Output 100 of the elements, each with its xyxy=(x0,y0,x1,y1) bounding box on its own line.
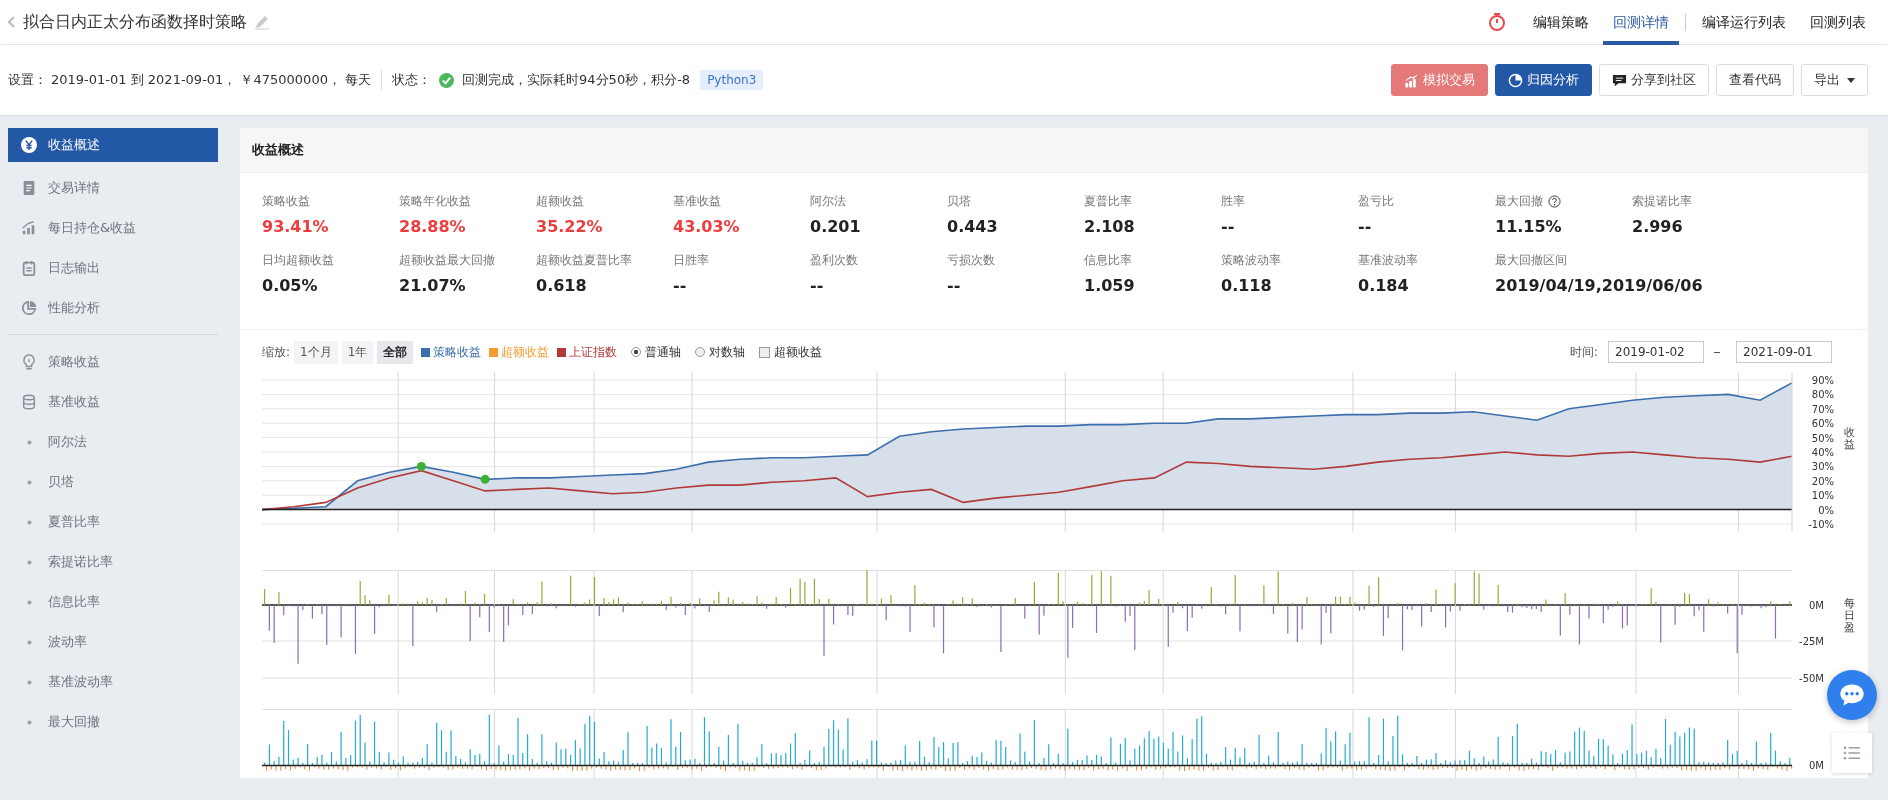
sidebar-item[interactable]: 索提诺比率 xyxy=(8,542,218,582)
axis-tick-label: 80% xyxy=(1811,389,1834,401)
checkbox-indicator[interactable] xyxy=(759,346,771,358)
drawdown-marker xyxy=(480,474,490,484)
legend-item[interactable]: 上证指数 xyxy=(557,343,618,361)
axis-tick-label: 50% xyxy=(1811,432,1834,444)
strategy-title: 拟合日内正太分布函数择时策略 xyxy=(23,11,247,33)
stopwatch-icon[interactable] xyxy=(1487,12,1507,32)
axis-tick-label: 0M xyxy=(1809,600,1824,611)
axis-tick-label: 0% xyxy=(1818,504,1834,516)
sidebar-item[interactable]: 最大回撤 xyxy=(8,702,218,742)
sidebar-item[interactable]: 信息比率 xyxy=(8,582,218,622)
back-chevron-icon[interactable] xyxy=(8,16,16,28)
sidebar-item[interactable]: 性能分析 xyxy=(8,288,218,328)
metric-value: 0.201 xyxy=(810,216,862,238)
metric-value: 0.443 xyxy=(947,216,999,238)
axis-tick-label: 10% xyxy=(1811,490,1834,502)
pie-chart-icon xyxy=(1508,72,1523,88)
nav-tab[interactable]: 编译运行列表 xyxy=(1692,0,1796,45)
metric-value: 2.108 xyxy=(1084,216,1136,238)
database-icon xyxy=(21,394,37,410)
excess-checkbox[interactable]: 超额收益 xyxy=(759,343,823,361)
metric-label: 日均超额收益 xyxy=(262,252,334,269)
axis-tick-label: -25M xyxy=(1799,636,1824,647)
radio-indicator[interactable] xyxy=(631,347,642,357)
bullet-icon xyxy=(26,479,32,485)
sidebar-item[interactable]: 日志输出 xyxy=(8,248,218,288)
panel-title: 收益概述 xyxy=(252,141,304,159)
bullet-icon xyxy=(26,559,32,565)
axis-tick-label: 70% xyxy=(1811,403,1834,415)
nav-tab[interactable]: 回测列表 xyxy=(1800,0,1876,45)
start-date-field[interactable]: 2019-01-02 xyxy=(1608,341,1704,363)
action-button[interactable]: 归因分析 xyxy=(1495,64,1592,96)
sidebar-item[interactable]: 策略收益 xyxy=(8,342,218,382)
metric-value: 21.07% xyxy=(399,275,467,297)
metric-label: 夏普比率 xyxy=(1084,193,1132,210)
sidebar-item[interactable]: 每日持仓&收益 xyxy=(8,208,218,248)
legend-item[interactable]: 策略收益 xyxy=(421,343,482,361)
sidebar-item[interactable]: 基准波动率 xyxy=(8,662,218,702)
metric-label: 最大回撤区间 xyxy=(1495,252,1567,269)
metric-value: -- xyxy=(947,275,962,297)
sidebar-item[interactable]: 收益概述 xyxy=(8,128,218,162)
zoom-button[interactable]: 1年 xyxy=(341,340,374,364)
metric-value: 0.184 xyxy=(1358,275,1410,297)
metric-value: 0.05% xyxy=(262,275,319,297)
action-button[interactable]: 导出 xyxy=(1801,64,1868,96)
action-button[interactable]: 查看代码 xyxy=(1716,64,1794,96)
metric-value: 28.88% xyxy=(399,216,467,238)
bullet-icon xyxy=(26,719,32,725)
bullet-icon xyxy=(26,599,32,605)
zoom-button[interactable]: 全部 xyxy=(377,340,414,364)
document-icon xyxy=(21,180,37,196)
drawdown-marker xyxy=(416,461,426,471)
axis-title: 每日盈 xyxy=(1844,598,1855,637)
sidebar-item[interactable]: 基准收益 xyxy=(8,382,218,422)
metric-label: 日胜率 xyxy=(673,252,709,269)
settings-label: 设置： xyxy=(8,71,47,89)
bullet-icon xyxy=(26,639,32,645)
metric-label: 基准收益 xyxy=(673,193,721,210)
axis-tick-label: 90% xyxy=(1811,375,1834,386)
metric-value: -- xyxy=(810,275,825,297)
metric-label: 胜率 xyxy=(1221,193,1245,210)
metric-value: 2019/04/19,2019/06/06 xyxy=(1495,275,1704,297)
help-icon[interactable] xyxy=(1548,195,1561,208)
metric-value: -- xyxy=(1358,216,1373,238)
metric-label: 超额收益最大回撤 xyxy=(399,252,495,269)
sidebar-item[interactable]: 贝塔 xyxy=(8,462,218,502)
metric-label: 亏损次数 xyxy=(947,252,995,269)
action-button[interactable]: 分享到社区 xyxy=(1599,64,1709,96)
metric-label: 超额收益夏普比率 xyxy=(536,252,632,269)
notepad-icon xyxy=(21,260,37,276)
sidebar-item[interactable]: 夏普比率 xyxy=(8,502,218,542)
axis-radio[interactable]: 普通轴 xyxy=(631,343,682,361)
sidebar-item[interactable]: 波动率 xyxy=(8,622,218,662)
metric-value: -- xyxy=(673,275,688,297)
trend-chart-icon xyxy=(1404,72,1419,88)
axis-tick-label: 30% xyxy=(1811,461,1834,473)
status-label: 状态： xyxy=(392,71,432,89)
growth-chart-icon xyxy=(21,220,37,236)
axis-title: 收益 xyxy=(1844,427,1855,454)
sidebar-item[interactable]: 交易详情 xyxy=(8,168,218,208)
list-button[interactable] xyxy=(1832,733,1872,773)
metric-value: 93.41% xyxy=(262,216,330,238)
metric-label: 超额收益 xyxy=(536,193,584,210)
metric-value: 11.15% xyxy=(1495,216,1563,238)
axis-tick-label: 20% xyxy=(1811,475,1834,487)
axis-tick-label: 40% xyxy=(1811,447,1834,458)
radio-indicator[interactable] xyxy=(695,347,706,357)
metric-value: 0.618 xyxy=(536,275,588,297)
end-date-field[interactable]: 2021-09-01 xyxy=(1736,341,1832,363)
lightbulb-icon xyxy=(21,354,37,370)
pencil-icon[interactable] xyxy=(254,14,270,30)
nav-tab[interactable]: 编辑策略 xyxy=(1523,0,1599,45)
chat-bubble-icon xyxy=(1612,72,1627,88)
axis-tick-label: -50M xyxy=(1799,673,1824,684)
metric-value: 1.059 xyxy=(1084,275,1136,297)
sidebar-item[interactable]: 阿尔法 xyxy=(8,422,218,462)
axis-radio[interactable]: 对数轴 xyxy=(695,343,746,361)
metric-label: 贝塔 xyxy=(947,193,971,210)
zoom-button[interactable]: 1个月 xyxy=(294,340,338,364)
